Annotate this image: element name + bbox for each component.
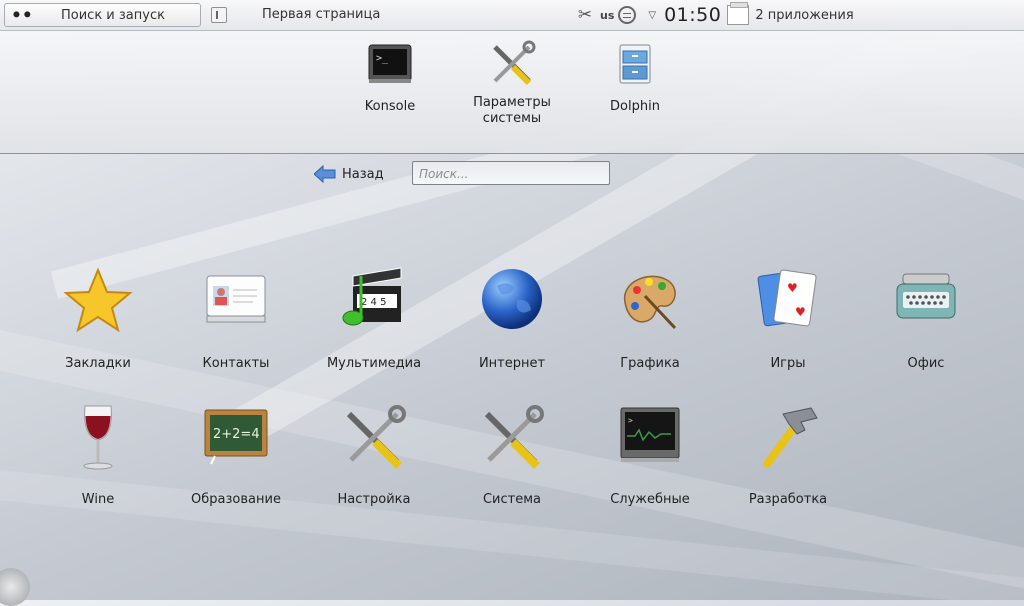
category-label: Разработка <box>748 492 828 507</box>
category-label: Система <box>482 492 542 507</box>
top-panel: ⚫⚫ Поиск и запуск Первая страница ✂ us ▽… <box>0 0 1024 31</box>
contact-card-icon <box>201 266 271 336</box>
search-launch-button[interactable]: ⚫⚫ Поиск и запуск <box>4 3 201 27</box>
favorite-system-settings[interactable]: Параметры системы <box>452 39 572 127</box>
page-name[interactable]: Первая страница <box>262 7 380 22</box>
typewriter-icon <box>891 266 961 336</box>
category-contacts[interactable]: Контакты <box>166 266 306 371</box>
hammer-icon <box>753 404 823 474</box>
category-internet[interactable]: Интернет <box>442 266 582 371</box>
category-office[interactable]: Офис <box>856 266 996 371</box>
system-tray: ✂ us ▽ 01:50 2 приложения <box>574 2 854 28</box>
category-system[interactable]: Система <box>442 404 582 507</box>
star-icon <box>63 266 133 336</box>
back-arrow-icon <box>314 165 336 183</box>
binoculars-icon: ⚫⚫ <box>11 7 33 23</box>
network-icon[interactable] <box>618 6 637 24</box>
file-cabinet-icon <box>610 39 660 89</box>
favorite-konsole[interactable]: >_ Konsole <box>330 39 450 115</box>
category-label: Служебные <box>610 492 690 507</box>
svg-text:♥: ♥ <box>787 281 798 295</box>
search-launch-label: Поиск и запуск <box>61 7 165 23</box>
category-development[interactable]: Разработка <box>718 404 858 507</box>
category-label: Мультимедиа <box>326 356 422 371</box>
terminal-icon: >_ <box>365 39 415 89</box>
svg-text:♥: ♥ <box>795 305 806 319</box>
tools-icon <box>339 404 409 474</box>
settings-tools-icon <box>487 39 537 89</box>
apps-count[interactable]: 2 приложения <box>755 8 853 23</box>
task-manager-icon[interactable] <box>727 2 750 25</box>
category-wine[interactable]: Wine <box>28 404 168 507</box>
tray-expand-icon[interactable]: ▽ <box>648 10 656 21</box>
back-button[interactable]: Назад <box>314 164 384 184</box>
tools-icon <box>477 404 547 474</box>
category-label: Контакты <box>202 356 270 371</box>
category-education[interactable]: 2+2=4 Образование <box>166 404 306 507</box>
clapperboard-icon: 2 4 5 <box>339 266 409 336</box>
cards-icon: ♥ ♥ <box>753 266 823 336</box>
favorite-label: Dolphin <box>610 99 660 114</box>
category-label: Закладки <box>65 356 131 371</box>
favorite-label: Konsole <box>364 99 416 114</box>
category-label: Интернет <box>478 356 546 371</box>
svg-text:2+2=4: 2+2=4 <box>213 427 260 442</box>
chalkboard-icon: 2+2=4 <box>201 404 271 474</box>
category-settings[interactable]: Настройка <box>304 404 444 507</box>
scissors-icon[interactable]: ✂ <box>574 5 596 25</box>
back-label: Назад <box>342 166 384 182</box>
category-multimedia[interactable]: 2 4 5 Мультимедиа <box>304 266 444 371</box>
category-label: Wine <box>81 492 115 507</box>
svg-text:2 4 5: 2 4 5 <box>361 297 386 308</box>
favorite-label: Параметры системы <box>473 95 551 126</box>
keyboard-layout[interactable]: us <box>600 9 614 22</box>
cashew-corner-icon[interactable] <box>0 568 30 606</box>
monitor-icon: > <box>615 404 685 474</box>
palette-icon <box>615 266 685 336</box>
page-switch-icon[interactable] <box>211 7 227 23</box>
category-label: Образование <box>191 492 281 507</box>
category-graphics[interactable]: Графика <box>580 266 720 371</box>
category-utilities[interactable]: > Служебные <box>580 404 720 507</box>
favorites-bar: >_ Konsole Параметры системы Dolphin <box>0 31 1024 154</box>
category-label: Графика <box>620 356 680 371</box>
svg-text:>: > <box>628 416 633 425</box>
svg-text:>_: >_ <box>376 53 389 64</box>
category-label: Настройка <box>337 492 411 507</box>
favorite-dolphin[interactable]: Dolphin <box>575 39 695 115</box>
globe-icon <box>477 266 547 336</box>
category-games[interactable]: ♥ ♥ Игры <box>718 266 858 371</box>
category-label: Игры <box>770 356 806 371</box>
clock[interactable]: 01:50 <box>664 4 721 26</box>
category-bookmarks[interactable]: Закладки <box>28 266 168 371</box>
wine-glass-icon <box>63 404 133 474</box>
category-label: Офис <box>907 356 945 371</box>
search-input[interactable]: Поиск... <box>412 161 610 185</box>
